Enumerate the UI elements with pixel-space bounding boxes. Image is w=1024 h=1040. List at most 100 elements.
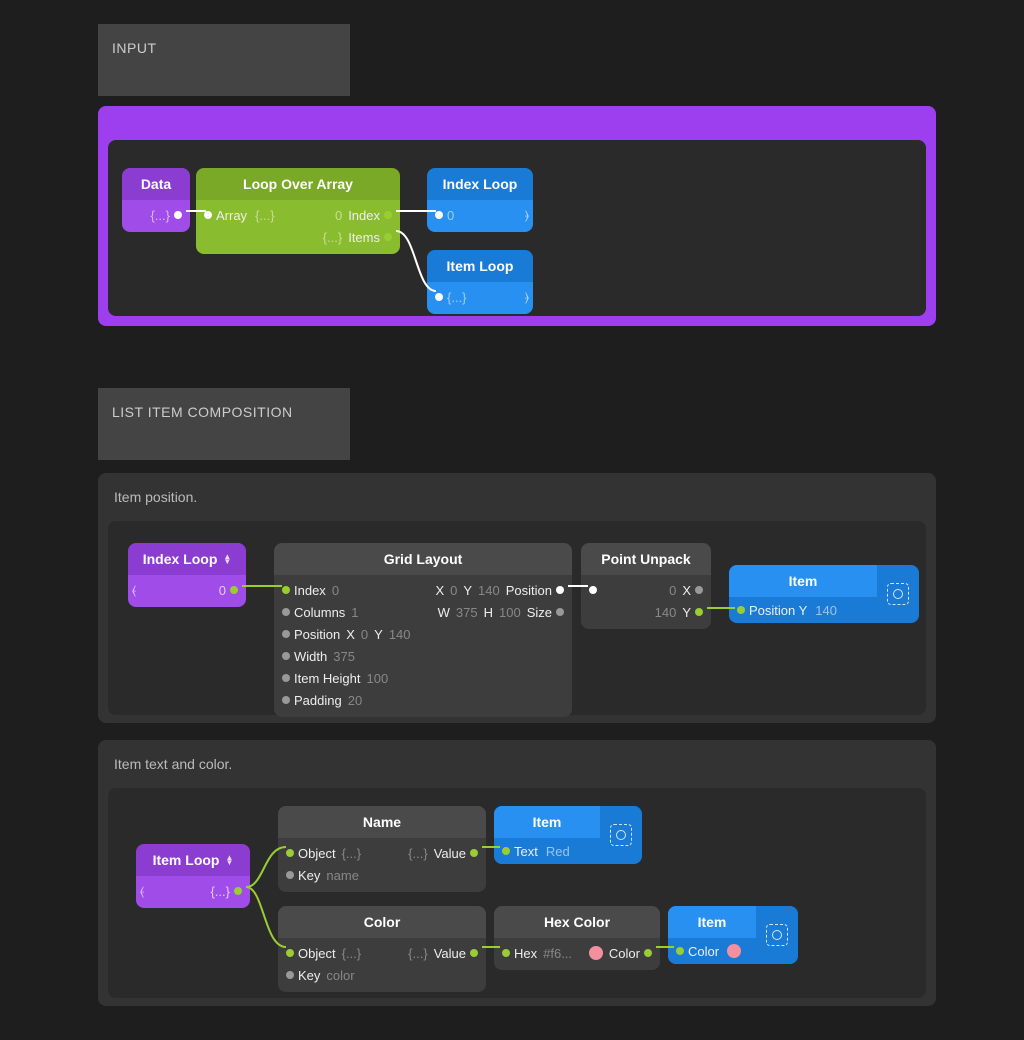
color-swatch — [727, 944, 741, 958]
node-loop-title: Loop Over Array — [196, 168, 400, 200]
node-data[interactable]: Data {...} — [122, 168, 190, 232]
layer-icon — [766, 924, 788, 946]
node-color[interactable]: Color Object {...} {...} Value Key color — [278, 906, 486, 992]
layer-icon-panel — [756, 906, 798, 964]
section-item-text-color: Item text and color. Item Loop ▲▼ ⦒ {...… — [98, 740, 936, 1006]
port-label: Position Y — [749, 603, 807, 618]
port-dot[interactable] — [556, 608, 564, 616]
node-hex-color[interactable]: Hex Color Hex #f6... Color — [494, 906, 660, 970]
port-dot[interactable] — [286, 971, 294, 979]
port-dot[interactable] — [282, 652, 290, 660]
port-label: H — [484, 605, 493, 620]
port-dot[interactable] — [282, 608, 290, 616]
port-label: Hex — [514, 946, 537, 961]
port-val: 140 — [815, 603, 837, 618]
port-label: Color — [609, 946, 640, 961]
port-dot[interactable] — [282, 586, 290, 594]
port-label: Y — [682, 605, 691, 620]
node-hex-color-title: Hex Color — [494, 906, 660, 938]
broadcast-icon: ⦒ — [525, 290, 529, 305]
port-val: 20 — [348, 693, 362, 708]
port-dot[interactable] — [470, 949, 478, 957]
port-dot[interactable] — [384, 211, 392, 219]
broadcast-icon: ⦒ — [132, 583, 136, 598]
port-dot[interactable] — [174, 211, 182, 219]
port-label: Position — [506, 583, 552, 598]
port-label: W — [438, 605, 450, 620]
port-val: Red — [546, 844, 570, 859]
port-label: Index — [294, 583, 326, 598]
node-item-position[interactable]: Item Position Y 140 — [729, 565, 919, 623]
node-data-title: Data — [122, 168, 190, 200]
port-dot[interactable] — [204, 211, 212, 219]
port-dot[interactable] — [435, 211, 443, 219]
section-item-position: Item position. Index Loop ▲▼ ⦒ 0 Grid La… — [98, 473, 936, 723]
port-val: 140 — [389, 627, 411, 642]
port-items-label: Items — [348, 230, 380, 245]
port-label: Y — [374, 627, 383, 642]
port-label: Key — [298, 868, 320, 883]
port-val: {...} — [342, 846, 362, 861]
port-dot[interactable] — [502, 847, 510, 855]
port-dot[interactable] — [282, 696, 290, 704]
label-input-text: INPUT — [112, 40, 157, 56]
port-dot[interactable] — [737, 606, 745, 614]
port-dot[interactable] — [644, 949, 652, 957]
port-label: Color — [688, 944, 719, 959]
port-dot[interactable] — [556, 586, 564, 594]
port-dot[interactable] — [435, 293, 443, 301]
label-composition: LIST ITEM COMPOSITION — [98, 388, 350, 460]
port-dot[interactable] — [230, 586, 238, 594]
node-item-color-title: Item — [668, 906, 756, 938]
node-item-text-title: Item — [494, 806, 600, 838]
node-grid-layout[interactable]: Grid Layout Index 0 X 0 Y 140 Position C… — [274, 543, 572, 717]
port-dot[interactable] — [286, 949, 294, 957]
node-index-loop[interactable]: Index Loop 0 ⦒ — [427, 168, 533, 232]
label-input: INPUT — [98, 24, 350, 96]
port-label: Value — [434, 946, 466, 961]
port-dot[interactable] — [286, 849, 294, 857]
port-label: Item Height — [294, 671, 360, 686]
port-index-reader-val: 0 — [219, 583, 226, 598]
node-point-unpack-title: Point Unpack — [581, 543, 711, 575]
port-val: name — [326, 868, 359, 883]
node-point-unpack[interactable]: Point Unpack 0 X 140 Y — [581, 543, 711, 629]
port-data-out: {...} — [150, 208, 170, 223]
port-label: Object — [298, 846, 336, 861]
node-name-title: Name — [278, 806, 486, 838]
port-val: {...} — [342, 946, 362, 961]
port-val: 375 — [333, 649, 355, 664]
port-dot[interactable] — [282, 674, 290, 682]
port-dot[interactable] — [695, 608, 703, 616]
port-dot[interactable] — [384, 233, 392, 241]
port-dot[interactable] — [589, 586, 597, 594]
port-dot[interactable] — [286, 871, 294, 879]
node-item-text[interactable]: Item Text Red — [494, 806, 642, 864]
node-item-loop[interactable]: Item Loop {...} ⦒ — [427, 250, 533, 314]
port-dot[interactable] — [695, 586, 703, 594]
port-label: Size — [527, 605, 552, 620]
port-label: Position — [294, 627, 340, 642]
port-dot[interactable] — [502, 949, 510, 957]
broadcast-icon: ⦒ — [525, 208, 529, 223]
node-item-color[interactable]: Item Color — [668, 906, 798, 964]
node-name[interactable]: Name Object {...} {...} Value Key name — [278, 806, 486, 892]
port-dot[interactable] — [282, 630, 290, 638]
section-item-position-header: Item position. — [98, 473, 936, 521]
node-item-position-title: Item — [729, 565, 877, 597]
port-dot[interactable] — [676, 947, 684, 955]
port-dot[interactable] — [234, 887, 242, 895]
port-label: X — [346, 627, 355, 642]
section-item-text-color-header: Item text and color. — [98, 740, 936, 788]
label-composition-text: LIST ITEM COMPOSITION — [112, 404, 293, 420]
port-val: 140 — [478, 583, 500, 598]
node-item-loop-title: Item Loop — [427, 250, 533, 282]
node-loop-over-array[interactable]: Loop Over Array Array {...} 0 Index {...… — [196, 168, 400, 254]
port-item-loop-val: {...} — [447, 290, 467, 305]
node-item-loop-reader[interactable]: Item Loop ▲▼ ⦒ {...} — [136, 844, 250, 908]
port-dot[interactable] — [470, 849, 478, 857]
node-index-loop-reader[interactable]: Index Loop ▲▼ ⦒ 0 — [128, 543, 246, 607]
layer-icon — [887, 583, 909, 605]
port-val: 0 — [361, 627, 368, 642]
broadcast-icon: ⦒ — [140, 884, 144, 899]
